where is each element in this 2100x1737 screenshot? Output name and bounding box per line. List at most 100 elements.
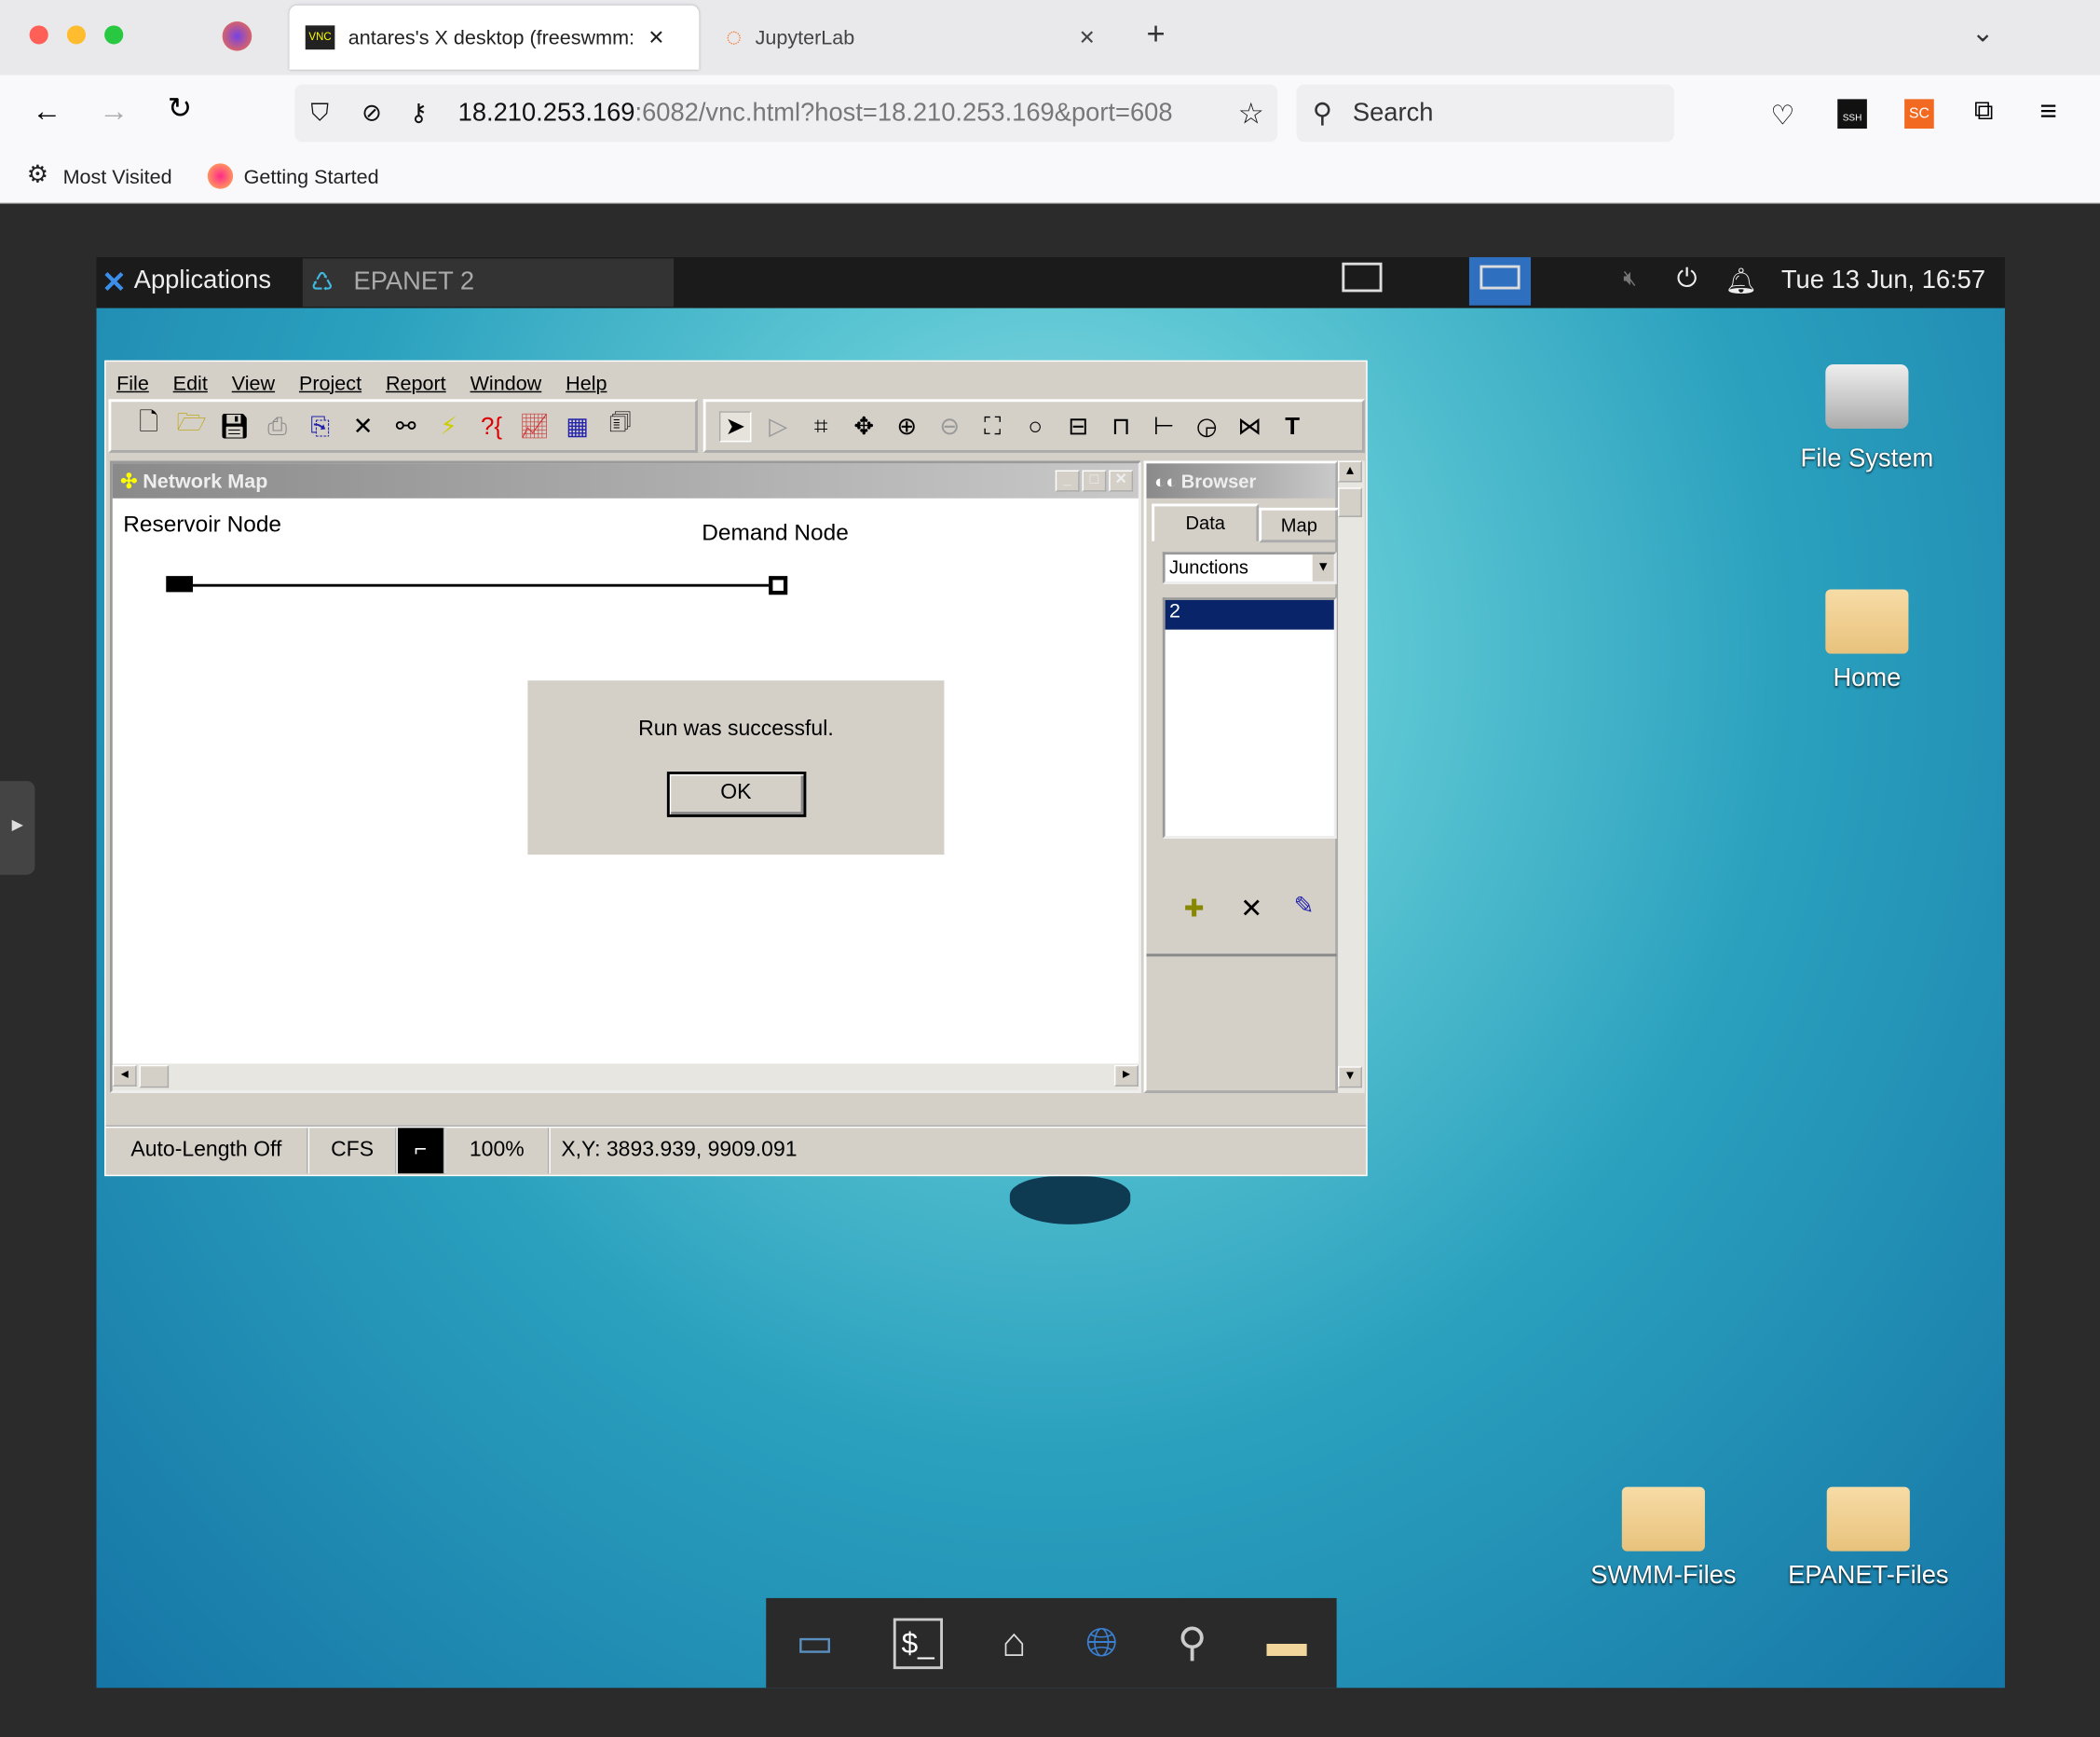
- search-input[interactable]: ⚲ Search: [1296, 84, 1674, 143]
- find-binoculars-icon[interactable]: ⚯: [389, 412, 422, 440]
- pan-icon[interactable]: ✥: [848, 412, 880, 440]
- scroll-thumb[interactable]: [1338, 487, 1362, 517]
- select-arrow-icon[interactable]: ➤: [718, 410, 752, 442]
- notification-bell-icon[interactable]: 🔔︎: [1725, 266, 1758, 298]
- chevron-down-icon[interactable]: ▼: [1312, 554, 1334, 581]
- print-icon[interactable]: ⎙: [261, 412, 293, 440]
- auto-length-status[interactable]: Auto-Length Off: [106, 1128, 310, 1174]
- close-tab-icon[interactable]: ✕: [648, 25, 664, 49]
- vertical-scrollbar[interactable]: ▴ ▾: [1338, 460, 1365, 1093]
- sc-extension-icon[interactable]: SC: [1904, 99, 1934, 129]
- bookmark-getting-started[interactable]: Getting Started: [244, 166, 379, 188]
- graph-icon[interactable]: 📈︎: [518, 412, 551, 440]
- back-button[interactable]: ←: [33, 94, 62, 129]
- pocket-icon[interactable]: ♡: [1770, 99, 1794, 132]
- taskbar-epanet[interactable]: ♺ EPANET 2: [302, 258, 675, 308]
- list-tabs-button[interactable]: ⌄: [1971, 16, 1994, 49]
- select-vertex-icon[interactable]: ▷: [762, 412, 795, 440]
- maximize-window-button[interactable]: [104, 25, 124, 45]
- object-list[interactable]: 2: [1162, 597, 1337, 839]
- scroll-thumb[interactable]: [139, 1064, 170, 1088]
- tab-map[interactable]: Map: [1259, 507, 1340, 543]
- power-icon[interactable]: ⏻: [1677, 266, 1698, 295]
- add-reservoir-icon[interactable]: ⊟: [1062, 412, 1095, 440]
- menu-report[interactable]: Report: [386, 373, 446, 395]
- url-bar[interactable]: ⛉ ⊘ ⚷ 18.210.253.169:6082/vnc.html?host=…: [294, 84, 1278, 143]
- delete-icon[interactable]: ✕: [347, 412, 379, 440]
- applications-menu[interactable]: Applications: [134, 267, 271, 296]
- desktop-icon-swmm-files[interactable]: SWMM-Files: [1583, 1486, 1744, 1592]
- query-icon[interactable]: ?{: [475, 412, 508, 440]
- menu-project[interactable]: Project: [299, 373, 361, 395]
- maximize-button[interactable]: □: [1082, 470, 1107, 492]
- web-browser-icon[interactable]: 🌐︎: [1085, 1621, 1118, 1666]
- list-item[interactable]: 2: [1165, 600, 1334, 630]
- table-icon[interactable]: ▦: [561, 412, 593, 440]
- ssh-extension-icon[interactable]: SSH: [1837, 99, 1867, 129]
- delete-object-icon[interactable]: ✕: [1240, 892, 1262, 925]
- options-icon[interactable]: 🗊: [604, 406, 636, 446]
- volume-muted-icon[interactable]: 🔇︎: [1623, 268, 1637, 293]
- desktop-icon-file-system[interactable]: File System: [1787, 364, 1948, 474]
- menu-edit[interactable]: Edit: [173, 373, 208, 395]
- desktop-icon-home[interactable]: Home: [1787, 589, 1948, 694]
- zoom-out-icon[interactable]: ⊖: [934, 412, 966, 440]
- edit-object-icon[interactable]: ✎: [1294, 892, 1315, 920]
- scroll-left-button[interactable]: ◂: [112, 1064, 137, 1087]
- scroll-down-button[interactable]: ▾: [1338, 1066, 1362, 1088]
- extensions-icon[interactable]: ⧉: [1974, 97, 1994, 128]
- reservoir-node[interactable]: [166, 576, 193, 593]
- bookmark-star-icon[interactable]: ☆: [1237, 95, 1264, 131]
- menu-help[interactable]: Help: [566, 373, 607, 395]
- close-window-button[interactable]: [29, 25, 48, 45]
- object-type-select[interactable]: Junctions ▼: [1162, 552, 1337, 584]
- workspace-1[interactable]: [1342, 262, 1383, 293]
- save-icon[interactable]: 💾︎: [218, 412, 251, 440]
- new-tab-button[interactable]: +: [1147, 16, 1166, 53]
- bookmark-most-visited[interactable]: Most Visited: [63, 166, 172, 188]
- add-pump-icon[interactable]: ◶: [1191, 412, 1223, 440]
- tab-jupyterlab[interactable]: ◌ JupyterLab ✕: [710, 6, 1111, 70]
- minimize-button[interactable]: _: [1055, 470, 1080, 492]
- open-folder-icon[interactable]: 🗁: [175, 406, 208, 446]
- menu-file[interactable]: File: [116, 373, 149, 395]
- show-desktop-icon[interactable]: ▭: [796, 1620, 834, 1666]
- add-junction-icon[interactable]: ○: [1019, 412, 1052, 440]
- terminal-icon[interactable]: $_: [893, 1617, 943, 1669]
- minimize-window-button[interactable]: [66, 25, 86, 45]
- menu-view[interactable]: View: [232, 373, 275, 395]
- ok-button[interactable]: OK: [666, 772, 806, 817]
- add-object-icon[interactable]: ✚: [1184, 895, 1205, 923]
- close-tab-icon[interactable]: ✕: [1079, 25, 1096, 49]
- zoom-in-icon[interactable]: ⊕: [891, 412, 923, 440]
- select-region-icon[interactable]: ⌗: [805, 412, 838, 440]
- vnc-sidebar-handle[interactable]: ▶: [0, 781, 35, 875]
- forward-button[interactable]: →: [99, 94, 129, 129]
- run-lightning-icon[interactable]: ⚡︎: [432, 412, 465, 440]
- desktop-icon-epanet-files[interactable]: EPANET-Files: [1788, 1486, 1949, 1592]
- menu-window[interactable]: Window: [470, 373, 542, 395]
- reload-button[interactable]: ↻: [168, 91, 193, 126]
- add-valve-icon[interactable]: ⋈: [1234, 412, 1266, 440]
- home-folder-icon[interactable]: ⌂: [1002, 1621, 1026, 1666]
- close-button[interactable]: ✕: [1109, 470, 1134, 492]
- new-file-icon[interactable]: 🗋: [132, 406, 165, 446]
- add-label-icon[interactable]: T: [1276, 412, 1309, 440]
- scroll-right-button[interactable]: ▸: [1114, 1064, 1139, 1087]
- folder-icon[interactable]: ▬: [1266, 1621, 1306, 1666]
- tab-vnc[interactable]: VNC antares's X desktop (freeswmm: ✕: [289, 5, 700, 70]
- junction-node[interactable]: [769, 576, 788, 595]
- horizontal-scrollbar[interactable]: ◂ ▸: [112, 1063, 1139, 1091]
- search-icon[interactable]: ⚲: [1178, 1620, 1207, 1666]
- workspace-2[interactable]: [1468, 257, 1532, 306]
- full-extent-icon[interactable]: ⛶: [976, 412, 1009, 440]
- tab-data[interactable]: Data: [1152, 503, 1260, 541]
- shield-icon: ⛉: [310, 99, 329, 127]
- scroll-up-button[interactable]: ▴: [1338, 460, 1362, 483]
- pipe-link[interactable]: [182, 583, 780, 587]
- menu-icon[interactable]: ≡: [2039, 94, 2056, 129]
- clock[interactable]: Tue 13 Jun, 16:57: [1781, 267, 1985, 296]
- add-tank-icon[interactable]: ⊓: [1105, 412, 1138, 440]
- add-pipe-icon[interactable]: ⊢: [1148, 412, 1180, 440]
- copy-icon[interactable]: ⎘: [304, 412, 336, 440]
